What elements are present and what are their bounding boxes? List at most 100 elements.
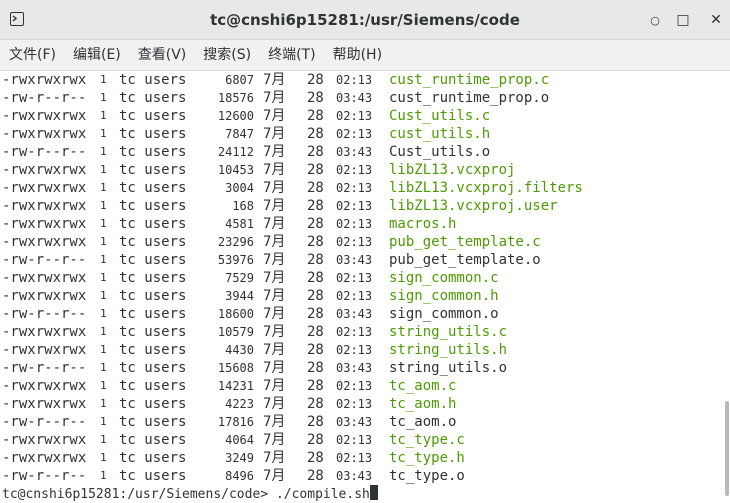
file-size: 3249 xyxy=(225,451,254,465)
file-size: 3944 xyxy=(225,289,254,303)
file-size: 15608 xyxy=(217,361,254,375)
file-time: 02:13 xyxy=(336,235,373,249)
title-bar[interactable]: tc@cnshi6p15281:/usr/Siemens/code ○ □ ✕ xyxy=(0,0,730,40)
file-permissions: -rw-r--r-- xyxy=(2,468,87,484)
file-name: libZL13.vcxproj xyxy=(389,162,516,178)
file-name: pub_get_template.c xyxy=(389,234,541,250)
file-day: 28 xyxy=(307,180,324,196)
file-size: 18576 xyxy=(217,91,254,105)
file-owner: tc users xyxy=(119,180,187,196)
menu-edit[interactable]: 编辑(E) xyxy=(64,40,129,71)
file-owner: tc users xyxy=(119,288,187,304)
menu-bar: 文件(F) 编辑(E) 查看(V) 搜索(S) 终端(T) 帮助(H) xyxy=(0,40,730,71)
file-owner: tc users xyxy=(119,324,187,340)
file-time: 03:43 xyxy=(336,415,373,429)
file-permissions: -rw-r--r-- xyxy=(2,414,87,430)
link-count: 1 xyxy=(100,163,107,176)
link-count: 1 xyxy=(100,307,107,320)
file-size: 4064 xyxy=(225,433,254,447)
menu-terminal[interactable]: 终端(T) xyxy=(259,40,323,71)
file-size: 4581 xyxy=(225,217,254,231)
file-owner: tc users xyxy=(119,396,187,412)
file-permissions: -rwxrwxrwx xyxy=(2,180,87,196)
file-owner: tc users xyxy=(119,468,187,484)
file-day: 28 xyxy=(307,144,324,160)
link-count: 1 xyxy=(100,469,107,482)
file-owner: tc users xyxy=(119,360,187,376)
file-month: 7月 xyxy=(263,234,286,250)
file-size: 10579 xyxy=(217,325,254,339)
link-count: 1 xyxy=(100,199,107,212)
menu-help[interactable]: 帮助(H) xyxy=(324,40,390,71)
link-count: 1 xyxy=(100,91,107,104)
link-count: 1 xyxy=(100,127,107,140)
file-day: 28 xyxy=(307,306,324,322)
file-month: 7月 xyxy=(263,108,286,124)
file-owner: tc users xyxy=(119,270,187,286)
file-permissions: -rwxrwxrwx xyxy=(2,216,87,232)
file-month: 7月 xyxy=(263,252,286,268)
file-name: string_utils.c xyxy=(389,324,508,340)
file-permissions: -rw-r--r-- xyxy=(2,90,87,106)
minimize-button[interactable]: ○ xyxy=(644,9,666,31)
close-button[interactable]: ✕ xyxy=(705,9,727,31)
file-permissions: -rw-r--r-- xyxy=(2,306,87,322)
file-month: 7月 xyxy=(263,144,286,160)
file-day: 28 xyxy=(307,252,324,268)
file-permissions: -rwxrwxrwx xyxy=(2,108,87,124)
file-name: sign_common.o xyxy=(389,306,499,322)
file-name: tc_type.c xyxy=(389,432,465,448)
file-month: 7月 xyxy=(263,378,286,394)
file-time: 02:13 xyxy=(336,451,373,465)
file-owner: tc users xyxy=(119,108,187,124)
file-permissions: -rwxrwxrwx xyxy=(2,162,87,178)
link-count: 1 xyxy=(100,397,107,410)
file-day: 28 xyxy=(307,234,324,250)
link-count: 1 xyxy=(100,73,107,86)
file-day: 28 xyxy=(307,432,324,448)
maximize-button[interactable]: □ xyxy=(672,9,694,31)
file-size: 24112 xyxy=(217,145,254,159)
file-size: 3004 xyxy=(225,181,254,195)
file-day: 28 xyxy=(307,360,324,376)
file-day: 28 xyxy=(307,342,324,358)
command-input[interactable]: ./compile.sh xyxy=(276,487,370,502)
file-name: string_utils.o xyxy=(389,360,508,376)
file-name: cust_utils.h xyxy=(389,126,491,142)
file-permissions: -rwxrwxrwx xyxy=(2,126,87,142)
minimize-icon: ○ xyxy=(650,13,660,27)
file-permissions: -rwxrwxrwx xyxy=(2,270,87,286)
file-owner: tc users xyxy=(119,342,187,358)
file-permissions: -rwxrwxrwx xyxy=(2,450,87,466)
link-count: 1 xyxy=(100,181,107,194)
menu-search[interactable]: 搜索(S) xyxy=(194,40,259,71)
menu-file[interactable]: 文件(F) xyxy=(0,40,64,71)
file-day: 28 xyxy=(307,414,324,430)
file-month: 7月 xyxy=(263,360,286,376)
file-name: tc_aom.o xyxy=(389,414,457,430)
file-size: 6807 xyxy=(225,73,254,87)
file-name: tc_aom.h xyxy=(389,396,457,412)
file-time: 02:13 xyxy=(336,379,373,393)
file-time: 02:13 xyxy=(336,217,373,231)
file-name: Cust_utils.c xyxy=(389,108,491,124)
link-count: 1 xyxy=(100,235,107,248)
file-day: 28 xyxy=(307,378,324,394)
file-size: 12600 xyxy=(217,109,254,123)
terminal-output[interactable]: -rwxrwxrwx 1 tc users 6807 7月 28 02:13 cust_run… xyxy=(0,71,730,503)
file-size: 4223 xyxy=(225,397,254,411)
file-owner: tc users xyxy=(119,216,187,232)
file-time: 02:13 xyxy=(336,73,373,87)
file-day: 28 xyxy=(307,126,324,142)
link-count: 1 xyxy=(100,451,107,464)
link-count: 1 xyxy=(100,415,107,428)
terminal-scrollbar[interactable] xyxy=(724,71,730,503)
menu-view[interactable]: 查看(V) xyxy=(129,40,195,71)
scrollbar-thumb[interactable] xyxy=(725,401,729,496)
link-count: 1 xyxy=(100,343,107,356)
file-size: 10453 xyxy=(217,163,254,177)
file-month: 7月 xyxy=(263,468,286,484)
file-time: 02:13 xyxy=(336,325,373,339)
file-month: 7月 xyxy=(263,270,286,286)
prompt-line[interactable]: tc@cnshi6p15281:/usr/Siemens/code> ./com… xyxy=(2,485,378,503)
